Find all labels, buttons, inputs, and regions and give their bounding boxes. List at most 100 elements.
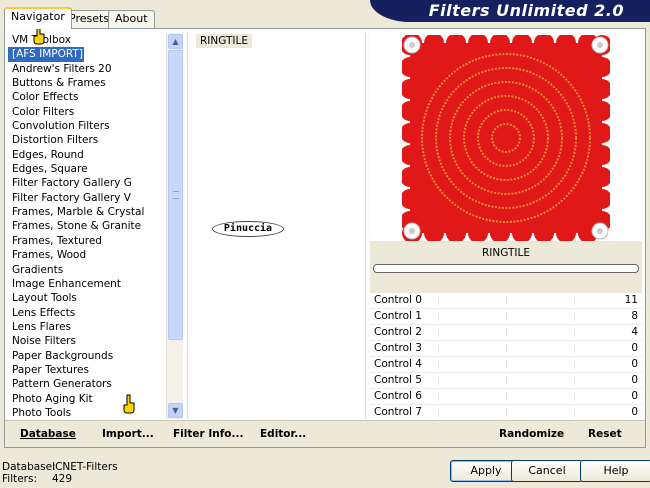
slider-tick [438,297,439,305]
category-item[interactable]: Noise Filters [8,334,166,348]
tab-about[interactable]: About [108,10,155,28]
preview-shape [409,42,415,48]
preview-filter-name: RINGTILE [481,247,530,259]
control-label: Control 7 [374,406,422,418]
slider-tick [506,313,507,321]
category-item[interactable]: Frames, Marble & Crystal [8,205,166,219]
category-item[interactable]: Photo Aging Kit [8,392,166,406]
filter-info-button[interactable]: Filter Info... [173,427,243,441]
category-item[interactable]: Edges, Round [8,148,166,162]
slider-tick [506,361,507,369]
category-item[interactable]: Filter Factory Gallery V [8,191,166,205]
slider-tick [574,345,575,353]
help-button[interactable]: Help [580,460,650,482]
cancel-button[interactable]: Cancel [511,460,583,482]
preview-shape [597,228,603,234]
category-item[interactable]: Image Enhancement [8,277,166,291]
category-item[interactable]: Filter Factory Gallery G [8,176,166,190]
control-row[interactable]: Control 3 0 [370,341,642,357]
editor-button[interactable]: Editor... [260,427,306,441]
control-value: 0 [631,390,638,402]
watermark-logo: Pinuccia [212,221,284,237]
progress-bar [373,264,639,273]
preview-shape [597,42,603,48]
slider-tick [438,329,439,337]
category-scrollbar[interactable]: ▲ ▼ [166,33,183,419]
category-item[interactable]: Lens Effects [8,306,166,320]
control-value: 8 [631,310,638,322]
slider-tick [574,377,575,385]
control-label: Control 2 [374,326,422,338]
control-value: 11 [624,294,638,306]
control-row[interactable]: Control 0 11 [370,293,642,309]
category-item[interactable]: Lens Flares [8,320,166,334]
slider-tick [574,329,575,337]
database-button[interactable]: Database [20,427,76,441]
randomize-button[interactable]: Randomize [499,427,564,441]
slider-tick [506,393,507,401]
control-row[interactable]: Control 2 4 [370,325,642,341]
controls-panel: Control 0 11 Control 1 8 Control 2 4 Control 3… [370,293,642,421]
control-value: 0 [631,374,638,386]
category-item[interactable]: Frames, Wood [8,248,166,262]
slider-tick [438,377,439,385]
control-label: Control 3 [374,342,422,354]
category-item[interactable]: Gradients [8,263,166,277]
slider-tick [506,329,507,337]
preview-shape [410,43,602,233]
category-item[interactable]: Edges, Square [8,162,166,176]
pointing-hand-icon [123,394,135,414]
control-value: 0 [631,342,638,354]
control-row[interactable]: Control 4 0 [370,357,642,373]
category-item[interactable]: Distortion Filters [8,133,166,147]
slider-tick [574,361,575,369]
import-button[interactable]: Import... [102,427,154,441]
control-row[interactable]: Control 5 0 [370,373,642,389]
category-item[interactable]: Andrew's Filters 20 [8,62,166,76]
preview-info: RINGTILE [370,241,642,293]
filter-list[interactable]: RINGTILE Pinuccia [187,33,366,419]
database-status-label: Database: [2,461,56,473]
control-label: Control 0 [374,294,422,306]
reset-button[interactable]: Reset [588,427,622,441]
category-item[interactable]: Pattern Generators [8,377,166,391]
category-item[interactable]: Layout Tools [8,291,166,305]
filters-count: 429 [52,473,73,485]
control-row[interactable]: Control 1 8 [370,309,642,325]
slider-tick [506,297,507,305]
grip-icon [173,191,179,199]
slider-tick [574,297,575,305]
scroll-up-icon[interactable]: ▲ [168,34,183,49]
category-item[interactable]: Color Effects [8,90,166,104]
scroll-thumb[interactable] [168,50,183,340]
preview-image [402,35,610,241]
category-item[interactable]: [AFS IMPORT] [8,46,85,63]
filter-item-ringtile[interactable]: RINGTILE [196,34,253,48]
slider-tick [506,377,507,385]
control-value: 4 [631,326,638,338]
control-value: 0 [631,406,638,418]
category-item[interactable]: Buttons & Frames [8,76,166,90]
control-label: Control 4 [374,358,422,370]
preview-area [370,33,642,241]
slider-tick [574,313,575,321]
category-item[interactable]: Photo Tools [8,406,166,419]
control-value: 0 [631,358,638,370]
control-row[interactable]: Control 6 0 [370,389,642,405]
control-label: Control 1 [374,310,422,322]
category-item[interactable]: Convolution Filters [8,119,166,133]
slider-tick [438,361,439,369]
category-item[interactable]: Paper Textures [8,363,166,377]
category-item[interactable]: Frames, Stone & Granite [8,219,166,233]
database-status-value: ICNET-Filters [52,461,118,473]
preview-shape [409,228,415,234]
category-list[interactable]: VM Toolbox [AFS IMPORT] Andrew's Filters 2… [8,33,166,419]
database-label: Database [20,428,76,440]
control-row[interactable]: Control 7 0 [370,405,642,421]
category-item[interactable]: Paper Backgrounds [8,349,166,363]
control-label: Control 6 [374,390,422,402]
tab-navigator[interactable]: Navigator [4,7,72,29]
category-item[interactable]: Frames, Textured [8,234,166,248]
scroll-down-icon[interactable]: ▼ [168,403,183,418]
category-item[interactable]: Color Filters [8,105,166,119]
